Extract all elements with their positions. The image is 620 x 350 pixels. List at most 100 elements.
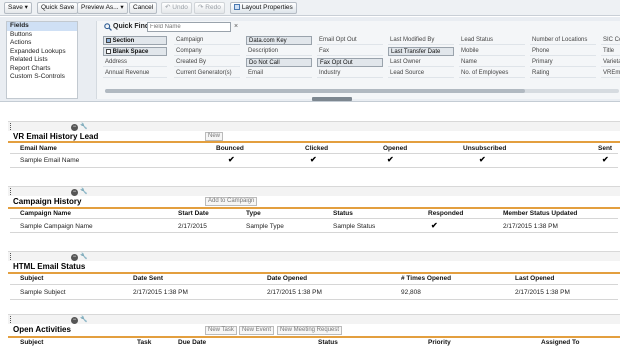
field-item[interactable]: Last Modified By — [388, 36, 454, 45]
column-header: Due Date — [178, 339, 207, 346]
field-item[interactable]: Campaign — [174, 36, 240, 45]
field-item[interactable]: Do Not Call — [246, 58, 312, 67]
field-item[interactable]: Created By — [174, 58, 240, 67]
field-item[interactable]: Annual Revenue — [103, 69, 167, 78]
table-cell: Sample Email Name — [20, 157, 80, 164]
drag-handle-icon[interactable] — [10, 188, 13, 195]
column-header: Opened — [383, 145, 408, 152]
field-item[interactable]: Fax Opt Out — [317, 58, 383, 67]
field-item[interactable]: No. of Employees — [459, 69, 525, 78]
field-item[interactable]: Description — [246, 47, 312, 56]
drag-handle-icon[interactable] — [10, 123, 13, 130]
field-item[interactable]: Fax — [317, 47, 383, 56]
preview-as-button[interactable]: Preview As... ▾ — [77, 2, 128, 14]
category-actions[interactable]: Actions — [7, 39, 77, 48]
column-header: # Times Opened — [401, 275, 452, 282]
field-item[interactable]: Mobile — [459, 47, 525, 56]
minus-icon[interactable]: − — [71, 254, 78, 261]
drag-handle-icon[interactable] — [10, 316, 13, 323]
field-item[interactable]: Primary — [530, 58, 596, 67]
section-tools: − 🔧 — [71, 253, 89, 261]
field-item[interactable]: Rating — [530, 69, 596, 78]
section-icon — [106, 38, 111, 43]
column-header: Task — [137, 339, 152, 346]
minus-icon[interactable]: − — [71, 189, 78, 196]
cancel-button[interactable]: Cancel — [129, 2, 158, 14]
category-expanded-lookups[interactable]: Expanded Lookups — [7, 48, 77, 57]
new-meeting-request-button[interactable]: New Meeting Request — [277, 326, 343, 335]
category-related-lists[interactable]: Related Lists — [7, 56, 77, 65]
clear-search-icon[interactable]: × — [234, 22, 238, 31]
column-header: Subject — [20, 275, 44, 282]
quick-find-input[interactable] — [147, 22, 231, 32]
field-blank-space[interactable]: Blank Space — [103, 47, 167, 56]
field-item[interactable]: Current Generator(s) — [174, 69, 240, 78]
column-header: Assigned To — [541, 339, 580, 346]
field-item[interactable]: Title — [601, 47, 620, 56]
palette-resize-handle[interactable] — [312, 97, 352, 101]
section-title: HTML Email Status — [13, 262, 86, 271]
field-item[interactable]: Company — [174, 47, 240, 56]
category-report-charts[interactable]: Report Charts — [7, 65, 77, 74]
field-label: Blank Space — [112, 49, 149, 55]
undo-icon: ↶ — [165, 4, 171, 11]
field-item[interactable]: Lead Status — [459, 36, 525, 45]
quick-save-button[interactable]: Quick Save — [37, 2, 79, 14]
field-item[interactable]: Last Owner — [388, 58, 454, 67]
wrench-icon[interactable]: 🔧 — [80, 254, 87, 261]
category-fields[interactable]: Fields — [7, 22, 77, 31]
row-divider — [10, 218, 618, 219]
field-item[interactable]: Name — [459, 58, 525, 67]
row-divider — [10, 167, 618, 168]
wrench-icon[interactable]: 🔧 — [80, 124, 87, 131]
minus-icon[interactable]: − — [71, 124, 78, 131]
section-tools: − 🔧 — [71, 316, 89, 324]
table-cell: 2/17/2015 1:38 PM — [515, 289, 570, 296]
field-item[interactable]: SIC Co — [601, 36, 620, 45]
layout-properties-button[interactable]: Layout Properties — [230, 2, 297, 14]
checkmark-icon: ✔ — [479, 155, 486, 164]
field-item[interactable]: Data.com Key — [246, 36, 312, 45]
field-item[interactable]: Phone — [530, 47, 596, 56]
palette-scrollbar[interactable] — [105, 89, 619, 93]
minus-icon[interactable]: − — [71, 317, 78, 324]
section-title: Open Activities — [13, 325, 71, 334]
section-header-html-email-status: − 🔧 — [8, 251, 620, 261]
section-rule — [8, 272, 620, 274]
checkmark-icon: ✔ — [228, 155, 235, 164]
undo-button[interactable]: ↶ Undo — [161, 2, 192, 14]
save-button[interactable]: Save ▾ — [4, 2, 32, 14]
new-task-button[interactable]: New Task — [205, 326, 237, 335]
table-cell: Sample Campaign Name — [20, 223, 93, 230]
column-header: Date Opened — [267, 275, 308, 282]
add-to-campaign-button[interactable]: Add to Campaign — [205, 197, 258, 206]
row-divider — [10, 284, 618, 285]
field-item[interactable]: Number of Locations — [530, 36, 596, 45]
field-item[interactable]: Industry — [317, 69, 383, 78]
field-item[interactable]: Last Transfer Date — [388, 47, 454, 56]
new-button[interactable]: New — [205, 132, 224, 141]
field-item[interactable]: Address — [103, 58, 167, 67]
field-palette: Fields Buttons Actions Expanded Lookups … — [0, 17, 620, 102]
category-custom-s-controls[interactable]: Custom S-Controls — [7, 73, 77, 82]
palette-scrollbar-thumb[interactable] — [105, 89, 525, 93]
column-header: Subject — [20, 339, 44, 346]
new-event-button[interactable]: New Event — [239, 326, 275, 335]
column-header: Date Sent — [133, 275, 163, 282]
redo-icon: ↷ — [198, 4, 204, 11]
table-cell: Sample Status — [333, 223, 376, 230]
redo-button[interactable]: ↷ Redo — [194, 2, 225, 14]
drag-handle-icon[interactable] — [10, 253, 13, 260]
section-title: VR Email History Lead — [13, 132, 99, 141]
field-item[interactable]: Lead Source — [388, 69, 454, 78]
column-header: Clicked — [305, 145, 329, 152]
field-item[interactable]: Email Opt Out — [317, 36, 383, 45]
wrench-icon[interactable]: 🔧 — [80, 189, 87, 196]
toolbar: Save ▾ Quick Save Preview As... ▾ Cancel… — [0, 0, 620, 16]
field-item[interactable]: Varieta — [601, 58, 620, 67]
field-item[interactable]: Email — [246, 69, 312, 78]
field-item[interactable]: VREmp — [601, 69, 620, 78]
category-buttons[interactable]: Buttons — [7, 31, 77, 40]
wrench-icon[interactable]: 🔧 — [80, 317, 87, 324]
field-section[interactable]: Section — [103, 36, 167, 45]
